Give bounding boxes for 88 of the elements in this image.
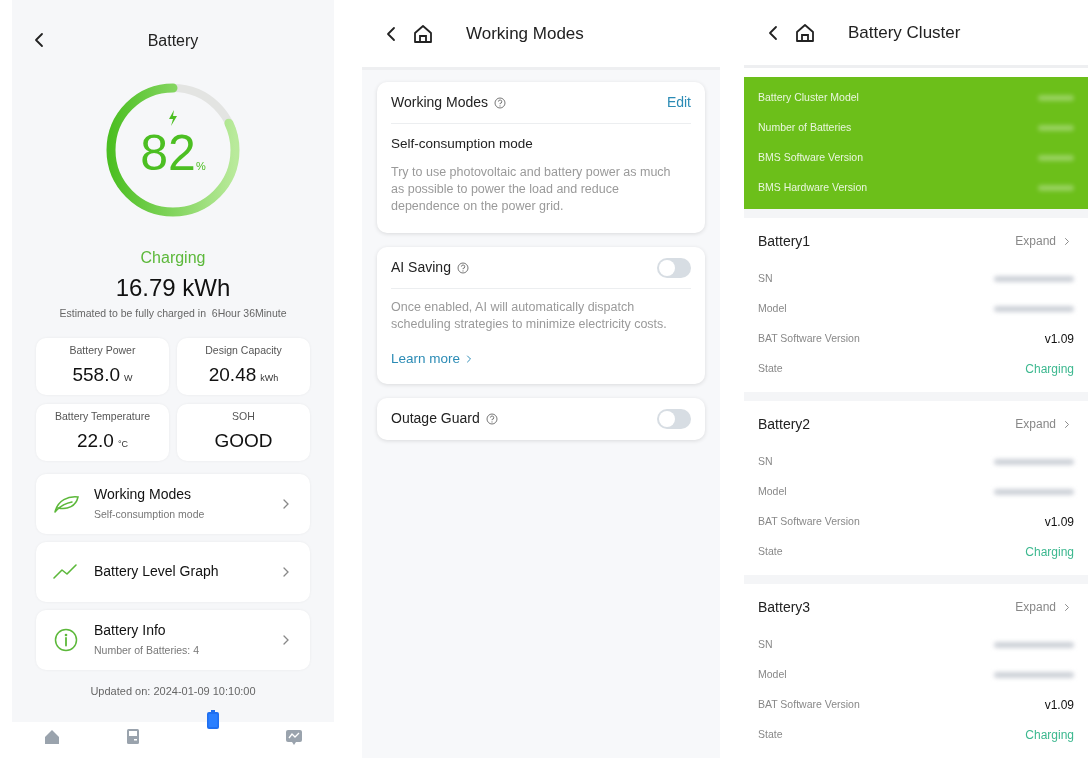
back-icon[interactable] bbox=[32, 31, 44, 49]
chevron-icon bbox=[282, 633, 290, 646]
row-label: BAT Software Version bbox=[758, 514, 860, 530]
charging-status: Charging bbox=[140, 248, 206, 268]
stat-unit: W bbox=[124, 371, 133, 385]
card-title: AI Saving bbox=[391, 258, 451, 278]
home-icon[interactable] bbox=[412, 22, 434, 45]
card-description: Try to use photovoltaic and battery power as much as possible to power the load and reduce dependence on the power grid. bbox=[391, 164, 672, 216]
stat-label: Design Capacity bbox=[205, 343, 282, 359]
menu-item[interactable]: Working Modes Self-consumption mode bbox=[36, 473, 310, 534]
back-icon[interactable] bbox=[766, 23, 778, 42]
toggle-switch[interactable] bbox=[657, 257, 691, 278]
help-icon[interactable] bbox=[494, 96, 506, 109]
version-value: v1.09 bbox=[1044, 514, 1074, 531]
chevron-icon bbox=[282, 497, 290, 510]
info-icon bbox=[52, 627, 80, 652]
state-value: Charging bbox=[1025, 727, 1074, 744]
row-label: SN bbox=[758, 454, 773, 470]
battery-percent: 82 bbox=[140, 128, 196, 178]
row-label: Model bbox=[758, 484, 787, 500]
screen-title: Battery bbox=[147, 31, 199, 51]
stat-value: GOOD bbox=[214, 428, 273, 453]
expand-button[interactable]: Expand bbox=[1015, 598, 1074, 616]
lightning-icon bbox=[168, 110, 178, 126]
stat-label: Battery Power bbox=[69, 343, 136, 359]
blurred-value bbox=[1038, 185, 1074, 191]
row-label: BAT Software Version bbox=[758, 331, 860, 347]
battery-name: Battery2 bbox=[758, 414, 811, 434]
state-value: Charging bbox=[1025, 361, 1074, 378]
battery-name: Battery3 bbox=[758, 597, 811, 617]
toggle-switch[interactable] bbox=[657, 408, 691, 429]
row-label: State bbox=[758, 544, 783, 560]
edit-button[interactable]: Edit bbox=[666, 92, 691, 113]
expand-button[interactable]: Expand bbox=[1015, 415, 1074, 433]
stat-value: 558.0 bbox=[72, 362, 120, 387]
row-label: Model bbox=[758, 667, 787, 683]
blurred-value bbox=[1038, 125, 1074, 131]
expand-button[interactable]: Expand bbox=[1015, 232, 1074, 250]
chevron-icon bbox=[282, 565, 290, 578]
menu-title: Battery Level Graph bbox=[94, 562, 220, 582]
chevron-icon bbox=[1064, 602, 1070, 612]
learn-more-link[interactable]: Learn more bbox=[391, 349, 473, 370]
summary-label: BMS Software Version bbox=[758, 150, 864, 166]
stat-unit: °C bbox=[117, 437, 129, 451]
row-label: State bbox=[758, 727, 783, 743]
card-description: Once enabled, AI will automatically dispatch scheduling strategies to minimize electricity costs. bbox=[391, 299, 668, 334]
battery-name: Battery1 bbox=[758, 231, 811, 251]
row-label: BAT Software Version bbox=[758, 697, 860, 713]
help-icon[interactable] bbox=[456, 261, 469, 274]
home-icon[interactable] bbox=[794, 21, 816, 44]
summary-label: Number of Batteries bbox=[758, 120, 852, 136]
row-label: SN bbox=[758, 271, 773, 287]
stat-value: 20.48 bbox=[208, 362, 257, 387]
menu-title: Working Modes bbox=[94, 485, 192, 505]
version-value: v1.09 bbox=[1044, 331, 1074, 348]
row-label: State bbox=[758, 361, 783, 377]
chevron-icon bbox=[1064, 236, 1070, 246]
stat-unit: kWh bbox=[260, 371, 279, 385]
chevron-icon bbox=[1064, 419, 1070, 429]
menu-title: Battery Info bbox=[94, 621, 167, 641]
blurred-value bbox=[1038, 95, 1074, 101]
help-icon[interactable] bbox=[485, 412, 498, 425]
stat-value: 22.0 bbox=[76, 428, 114, 453]
mode-name: Self-consumption mode bbox=[391, 135, 534, 153]
screen-title: Battery Cluster bbox=[848, 21, 961, 44]
state-value: Charging bbox=[1025, 544, 1074, 561]
summary-label: BMS Hardware Version bbox=[758, 180, 868, 196]
blurred-value bbox=[1038, 155, 1074, 161]
version-value: v1.09 bbox=[1044, 697, 1074, 714]
card-title: Working Modes bbox=[391, 93, 488, 112]
card-title: Outage Guard bbox=[391, 409, 480, 428]
menu-subtitle: Self-consumption mode bbox=[94, 507, 206, 523]
stored-energy: 16.79 kWh bbox=[115, 274, 231, 302]
stat-label: SOH bbox=[232, 409, 255, 425]
menu-subtitle: Number of Batteries: 4 bbox=[94, 643, 201, 659]
summary-label: Battery Cluster Model bbox=[758, 90, 859, 106]
update-time: Updated on: 2024-01-09 10:10:00 bbox=[90, 683, 256, 699]
charge-estimate: Estimated to be fully charged in 6Hour 36Minute bbox=[59, 306, 287, 321]
back-icon[interactable] bbox=[384, 24, 396, 43]
screen-title: Working Modes bbox=[466, 22, 584, 45]
chart-icon[interactable] bbox=[284, 728, 303, 746]
menu-item[interactable]: Battery Level Graph bbox=[36, 541, 310, 602]
row-label: Model bbox=[758, 301, 787, 317]
row-label: SN bbox=[758, 637, 773, 653]
stat-label: Battery Temperature bbox=[55, 409, 150, 425]
percent-unit: % bbox=[195, 160, 206, 174]
menu-item[interactable]: Battery Info Number of Batteries: 4 bbox=[36, 609, 310, 670]
chevron-icon bbox=[466, 354, 473, 365]
